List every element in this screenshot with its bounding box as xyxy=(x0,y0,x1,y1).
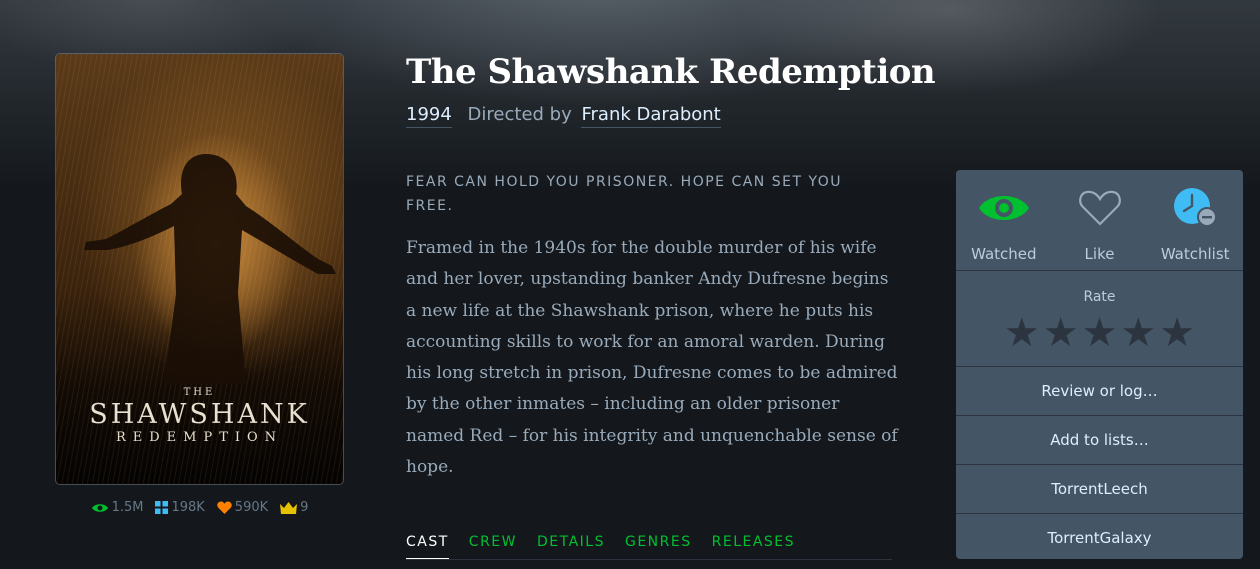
watchlist-button[interactable]: Watchlist xyxy=(1147,170,1243,270)
star-3[interactable]: ★ xyxy=(1082,313,1118,353)
film-tabs: CAST CREW DETAILS GENRES RELEASES xyxy=(406,534,892,560)
like-button[interactable]: Like xyxy=(1052,170,1148,270)
film-stats: 1.5M 198K 590K 9 xyxy=(56,500,343,515)
star-4[interactable]: ★ xyxy=(1120,313,1156,353)
eye-icon xyxy=(91,503,108,512)
watched-button[interactable]: Watched xyxy=(956,170,1052,270)
tab-details[interactable]: DETAILS xyxy=(537,534,605,559)
likes-count: 590K xyxy=(234,500,269,515)
watched-count: 1.5M xyxy=(111,500,144,515)
rating-stars[interactable]: ★ ★ ★ ★ ★ xyxy=(956,313,1243,353)
watchlist-clock-icon xyxy=(1174,188,1218,227)
grid-icon xyxy=(155,501,169,514)
heart-icon xyxy=(217,501,232,514)
top-rank: 9 xyxy=(300,500,309,515)
star-5[interactable]: ★ xyxy=(1159,313,1195,353)
watchlist-label: Watchlist xyxy=(1160,245,1230,263)
like-label: Like xyxy=(1084,245,1115,263)
add-to-lists-button[interactable]: Add to lists… xyxy=(956,416,1243,465)
tab-genres[interactable]: GENRES xyxy=(625,534,692,559)
star-1[interactable]: ★ xyxy=(1004,313,1040,353)
top-rank-stat[interactable]: 9 xyxy=(280,500,308,515)
review-or-log-button[interactable]: Review or log… xyxy=(956,367,1243,416)
film-title: The Shawshank Redemption xyxy=(406,52,936,92)
eye-icon xyxy=(978,196,1029,220)
directed-by-label: Directed by xyxy=(467,104,572,125)
heart-outline-icon xyxy=(1078,190,1121,226)
poster-title-line2: SHAWSHANK xyxy=(89,399,310,430)
poster-title-line3: REDEMPTION xyxy=(115,430,284,445)
actions-panel: Watched Like Watchlist Rate ★ ★ ★ ★ ★ Re… xyxy=(956,170,1243,559)
film-synopsis: Framed in the 1940s for the double murde… xyxy=(406,238,898,478)
tab-crew[interactable]: CREW xyxy=(469,534,517,559)
watched-label: Watched xyxy=(971,245,1037,263)
release-year-link[interactable]: 1994 xyxy=(406,104,452,128)
rate-label: Rate xyxy=(1083,289,1116,305)
film-tagline: FEAR CAN HOLD YOU PRISONER. HOPE CAN SET… xyxy=(406,174,843,214)
star-2[interactable]: ★ xyxy=(1043,313,1079,353)
action-buttons: Watched Like Watchlist xyxy=(956,170,1243,271)
watched-count-stat[interactable]: 1.5M xyxy=(91,500,144,515)
poster-title-line1: THE xyxy=(183,387,216,398)
tab-releases[interactable]: RELEASES xyxy=(712,534,795,559)
film-poster[interactable]: THE SHAWSHANK REDEMPTION xyxy=(56,54,343,484)
likes-count-stat[interactable]: 590K xyxy=(217,500,268,515)
torrentleech-link[interactable]: TorrentLeech xyxy=(956,465,1243,514)
lists-count-stat[interactable]: 198K xyxy=(155,500,205,515)
tab-cast[interactable]: CAST xyxy=(406,534,449,559)
director-link[interactable]: Frank Darabont xyxy=(581,104,721,128)
torrentgalaxy-link[interactable]: TorrentGalaxy xyxy=(956,514,1243,559)
film-meta: 1994 Directed by Frank Darabont xyxy=(406,104,721,128)
crown-icon xyxy=(280,501,298,514)
rating-section: Rate ★ ★ ★ ★ ★ xyxy=(956,271,1243,367)
lists-count: 198K xyxy=(171,500,205,515)
